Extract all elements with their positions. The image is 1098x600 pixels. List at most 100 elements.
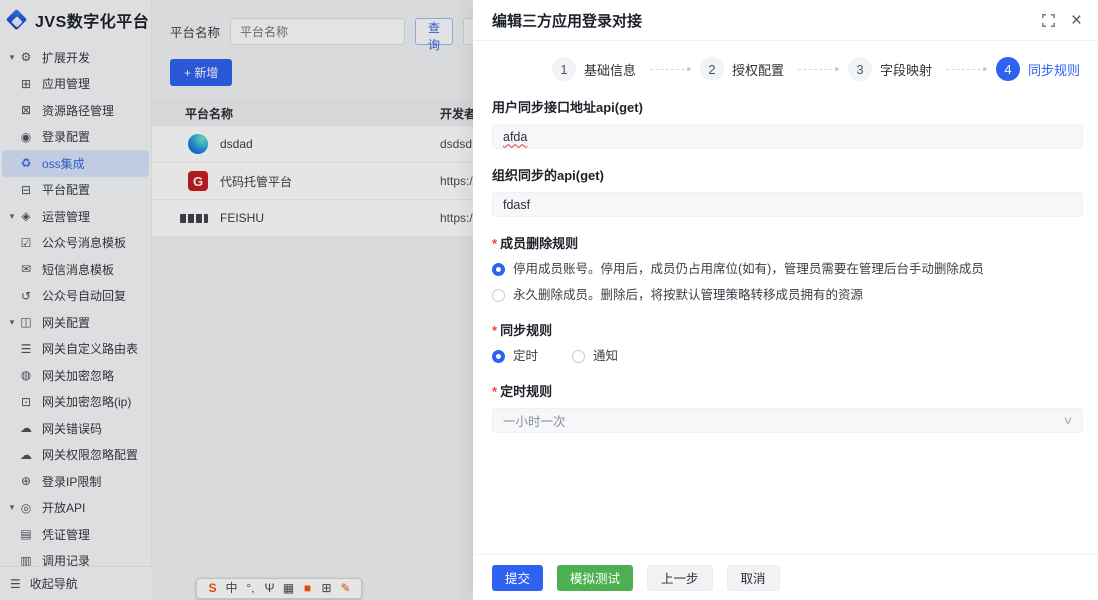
- radio-icon[interactable]: [492, 350, 505, 363]
- sidebar-item-icon: ◉: [18, 130, 34, 144]
- sidebar-item[interactable]: ▾ ⊞ 应用管理: [2, 71, 149, 98]
- user-api-input[interactable]: afda: [492, 124, 1083, 149]
- search-button[interactable]: 查询: [415, 18, 453, 45]
- ime-toolbar-icon[interactable]: ▦: [279, 579, 298, 598]
- sidebar-item[interactable]: ▾ ◍ 网关加密忽略: [2, 362, 149, 389]
- timing-rule-label: *定时规则: [492, 381, 1083, 400]
- member-delete-options: 停用成员账号。停用后，成员仍占用席位(如有)，管理员需要在管理后台手动删除成员 …: [492, 261, 1083, 304]
- sidebar-item-icon: ⊞: [18, 77, 34, 91]
- app-logo-row: JVS数字化平台: [0, 0, 151, 42]
- sidebar-item[interactable]: ▾ ⊕ 登录IP限制: [2, 468, 149, 495]
- collapse-nav-icon: ☰: [10, 577, 21, 591]
- radio-option-label: 通知: [593, 348, 618, 365]
- required-asterisk: *: [492, 236, 497, 251]
- sidebar-item[interactable]: ▾ ♻ oss集成: [2, 150, 149, 177]
- sidebar-item-icon: ⚙: [18, 50, 34, 64]
- sidebar-item-icon: ◈: [18, 209, 34, 223]
- step-item[interactable]: 2 授权配置: [700, 57, 784, 81]
- step-number: 1: [552, 57, 576, 81]
- sidebar-item[interactable]: ▾ ◎ 开放API: [2, 495, 149, 522]
- ime-toolbar-icon[interactable]: Ψ: [260, 579, 279, 598]
- step-number: 3: [848, 57, 872, 81]
- developer-cell: https://open.feishu: [440, 211, 473, 225]
- sidebar-item[interactable]: ▾ ☑ 公众号消息模板: [2, 230, 149, 257]
- sidebar-item[interactable]: ▾ ⚙ 扩展开发: [2, 44, 149, 71]
- simulate-test-button[interactable]: 模拟测试: [557, 565, 633, 591]
- sidebar-item[interactable]: ▾ ⊟ 平台配置: [2, 177, 149, 204]
- previous-step-button[interactable]: 上一步: [647, 565, 713, 591]
- step-label: 同步规则: [1028, 60, 1080, 79]
- sidebar-item-label: 资源路径管理: [42, 102, 114, 119]
- steps-bar: 1 基础信息 2 授权配置 3 字段映射 4 同步规则: [492, 57, 1083, 81]
- platform-name-text: FEISHU: [220, 211, 264, 225]
- ime-toolbar: S 中 °, Ψ ▦ ■ ⊞ ✎: [196, 578, 362, 599]
- table-row[interactable]: 代码托管平台 https://gitee.com: [152, 163, 473, 200]
- step-arrow-icon: [946, 69, 986, 70]
- org-api-value: fdasf: [503, 198, 530, 212]
- sidebar-item-icon: ⊠: [18, 103, 34, 117]
- collapse-nav-button[interactable]: ☰ 收起导航: [0, 566, 152, 600]
- sidebar-item[interactable]: ▾ ↺ 公众号自动回复: [2, 283, 149, 310]
- user-api-label: 用户同步接口地址api(get): [492, 97, 1083, 116]
- sidebar-item[interactable]: ▾ ☰ 网关自定义路由表: [2, 336, 149, 363]
- reset-button[interactable]: 重置: [463, 18, 473, 45]
- submit-button[interactable]: 提交: [492, 565, 543, 591]
- close-icon[interactable]: ×: [1071, 11, 1082, 30]
- sidebar-item[interactable]: ▾ ⊠ 资源路径管理: [2, 97, 149, 124]
- sync-rule-options: 定时 通知: [492, 348, 1083, 365]
- sidebar-item[interactable]: ▾ ◫ 网关配置: [2, 309, 149, 336]
- cancel-button[interactable]: 取消: [727, 565, 780, 591]
- chevron-down-icon: ∨: [1062, 414, 1073, 427]
- sidebar-item[interactable]: ▾ ◈ 运营管理: [2, 203, 149, 230]
- platform-name-input[interactable]: [230, 18, 405, 45]
- step-item[interactable]: 1 基础信息: [552, 57, 636, 81]
- ime-toolbar-icon[interactable]: ⊞: [317, 579, 336, 598]
- table-row[interactable]: dsdad dsdsd: [152, 126, 473, 163]
- member-delete-rule-label: *成员删除规则: [492, 233, 1083, 252]
- radio-icon[interactable]: [492, 263, 505, 276]
- drawer-footer: 提交 模拟测试 上一步 取消: [473, 554, 1098, 600]
- table-row[interactable]: FEISHU https://open.feishu: [152, 200, 473, 237]
- required-asterisk: *: [492, 384, 497, 399]
- step-label: 授权配置: [732, 60, 784, 79]
- step-arrow-icon: [650, 69, 690, 70]
- sidebar-item-icon: ◎: [18, 501, 34, 515]
- sidebar-item[interactable]: ▾ ☁ 网关权限忽略配置: [2, 442, 149, 469]
- col-platform-name: 平台名称: [152, 105, 440, 122]
- add-button[interactable]: + 新增: [170, 59, 232, 86]
- sidebar-item-label: 应用管理: [42, 75, 90, 92]
- sidebar-item-label: 公众号消息模板: [42, 234, 126, 251]
- developer-cell: dsdsd: [440, 137, 473, 151]
- sidebar-item-label: 登录配置: [42, 128, 90, 145]
- sidebar-item[interactable]: ▾ ☁ 网关错误码: [2, 415, 149, 442]
- sidebar-item[interactable]: ▾ ▤ 凭证管理: [2, 521, 149, 548]
- sidebar-item[interactable]: ▾ ◉ 登录配置: [2, 124, 149, 151]
- ime-toolbar-icon[interactable]: S: [203, 579, 222, 598]
- ime-toolbar-icon[interactable]: 中: [222, 579, 241, 598]
- app-title: JVS数字化平台: [35, 8, 149, 32]
- radio-option[interactable]: 永久删除成员。删除后，将按默认管理策略转移成员拥有的资源: [492, 287, 1083, 304]
- ime-toolbar-icon[interactable]: ■: [298, 579, 317, 598]
- sidebar-item-label: 短信消息模板: [42, 261, 114, 278]
- ime-toolbar-icon[interactable]: ✎: [336, 579, 355, 598]
- org-api-input[interactable]: fdasf: [492, 192, 1083, 217]
- platform-name-label: 平台名称: [170, 22, 220, 41]
- timing-rule-select[interactable]: 一小时一次 ∨: [492, 408, 1083, 433]
- step-item[interactable]: 4 同步规则: [996, 57, 1080, 81]
- radio-icon[interactable]: [492, 289, 505, 302]
- sidebar-item[interactable]: ▾ ✉ 短信消息模板: [2, 256, 149, 283]
- sidebar-item-icon: ☰: [18, 342, 34, 356]
- radio-option[interactable]: 定时: [492, 348, 538, 365]
- radio-icon[interactable]: [572, 350, 585, 363]
- developer-cell: https://gitee.com: [440, 174, 473, 188]
- table-body: dsdad dsdsd 代码托管平台 https://gitee.com: [152, 126, 473, 237]
- radio-option[interactable]: 停用成员账号。停用后，成员仍占用席位(如有)，管理员需要在管理后台手动删除成员: [492, 261, 1083, 278]
- step-item[interactable]: 3 字段映射: [848, 57, 932, 81]
- col-developer: 开发者: [440, 105, 473, 122]
- radio-option[interactable]: 通知: [572, 348, 618, 365]
- sidebar-item[interactable]: ▾ ⊡ 网关加密忽略(ip): [2, 389, 149, 416]
- ime-toolbar-icon[interactable]: °,: [241, 579, 260, 598]
- fullscreen-icon[interactable]: [1042, 14, 1055, 27]
- platform-logo-icon: [188, 134, 208, 154]
- sidebar-item-icon: ⊡: [18, 395, 34, 409]
